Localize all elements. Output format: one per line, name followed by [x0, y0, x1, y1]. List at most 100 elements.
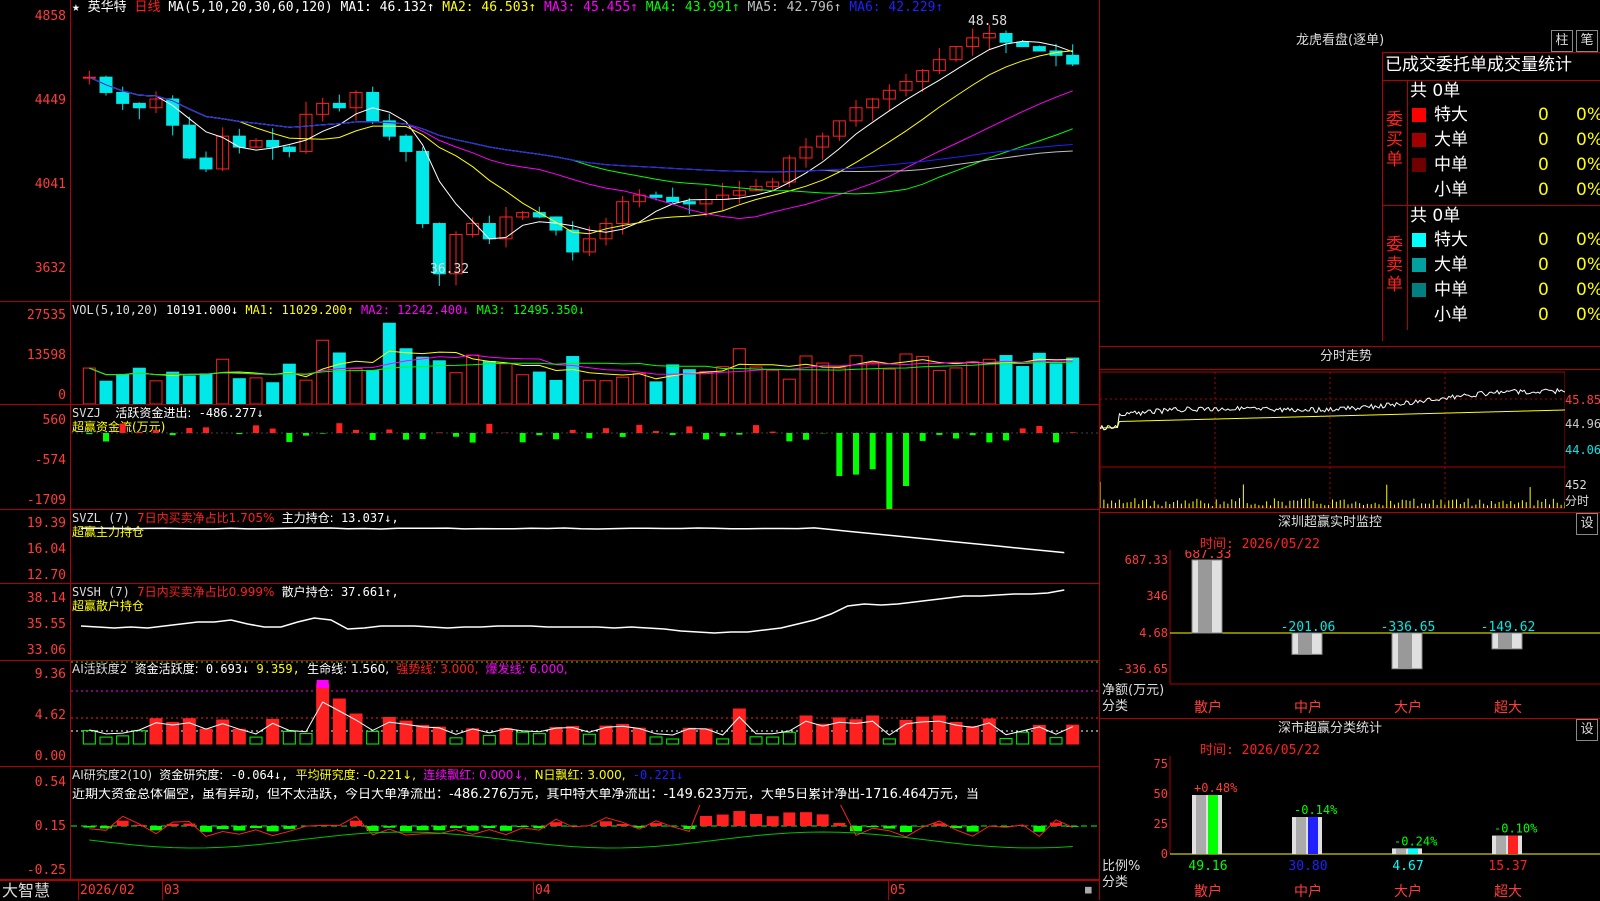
period-label[interactable]: 日线: [135, 0, 161, 15]
sz-stat-settings-button[interactable]: 设: [1576, 719, 1598, 741]
candle: [1000, 33, 1012, 42]
intraday-chart[interactable]: [1100, 370, 1565, 510]
sz-monitor-bar-shade: [1498, 633, 1512, 649]
sz-stat-ytick: 0: [1161, 847, 1168, 861]
sz-monitor-ytick: -336.65: [1117, 662, 1168, 676]
lhb-row-percent: 0%: [1576, 129, 1600, 151]
sz-monitor-chart[interactable]: 687.333464.68-336.65687.33散户-201.06中户-33…: [1100, 550, 1600, 718]
research-bar: [1067, 826, 1079, 827]
sz-stat-category: 超大: [1494, 884, 1522, 900]
candle: [233, 136, 245, 147]
svzl-ytick: 16.04: [27, 543, 66, 557]
sz-stat-bar-color: [1208, 795, 1218, 854]
candle: [267, 141, 279, 148]
activity-bar: [467, 729, 479, 744]
sz-monitor-title: 深圳超赢实时监控: [1278, 516, 1382, 530]
volume-bar: [767, 370, 779, 404]
activity-bar: [617, 724, 629, 744]
research-bar: [833, 823, 845, 826]
lhb-row-count: 0: [1538, 279, 1549, 301]
candle: [1033, 47, 1045, 51]
activity-bar: [517, 732, 529, 744]
fenshi-vol-label: 分时: [1565, 494, 1589, 508]
activity-bar: [333, 699, 345, 744]
research-bar: [817, 814, 829, 826]
ai3-cont: 连续飘红: 0.000↓,: [423, 768, 527, 782]
sz-stat-value: 30.80: [1288, 859, 1327, 874]
candle: [200, 158, 212, 169]
svzj-bar: [336, 423, 342, 433]
svzj-bar: [953, 433, 959, 439]
lhb-row-percent: 0%: [1576, 154, 1600, 176]
research-bar: [750, 814, 762, 826]
ai3-title: AI研究度2(10): [72, 768, 152, 782]
svzj-bar: [786, 433, 792, 441]
research-bar: [200, 826, 212, 832]
activity-bar: [917, 717, 929, 744]
lhb-color-swatch: [1412, 183, 1426, 197]
activity-bar: [867, 716, 879, 744]
sz-monitor-category: 超大: [1494, 700, 1522, 716]
sz-monitor-xlabel: 分类: [1102, 699, 1128, 714]
lhb-column-button[interactable]: 柱: [1551, 30, 1573, 52]
svzj-bar: [1003, 433, 1009, 440]
svzj-bar: [103, 433, 109, 441]
ai-research-chart[interactable]: [71, 805, 1099, 879]
research-bar: [483, 826, 495, 828]
research-bar: [700, 816, 712, 826]
sz-monitor-ytick: 687.33: [1125, 553, 1168, 567]
vol-yaxis: 27535 13598 0: [0, 301, 66, 405]
sz-stat-bar-shade: [1396, 848, 1406, 854]
lhb-color-swatch: [1412, 233, 1426, 247]
lhb-sell-total: 共 0单: [1410, 206, 1460, 226]
candlestick-chart[interactable]: [71, 16, 1099, 300]
activity-bar: [667, 739, 679, 744]
volume-bar: [667, 365, 679, 404]
ai-activity-chart[interactable]: [71, 661, 1099, 766]
activity-bar: [450, 738, 462, 744]
lock-icon[interactable]: ■: [1085, 883, 1092, 897]
lhb-color-swatch: [1412, 133, 1426, 147]
svzj-bar: [570, 430, 576, 433]
lhb-row-percent: 0%: [1576, 179, 1600, 201]
sz-stat-chart[interactable]: 7550250+0.48%49.16散户-0.14%30.80中户-0.24%4…: [1100, 756, 1600, 900]
research-bar: [450, 826, 462, 828]
sz-monitor-settings-button[interactable]: 设: [1576, 513, 1598, 535]
sz-monitor-bar-shade: [1398, 633, 1412, 669]
svzj-bar: [186, 428, 192, 433]
volume-bar: [700, 372, 712, 404]
activity-bar: [300, 734, 312, 744]
volume-bar: [533, 372, 545, 404]
research-bar: [383, 826, 395, 828]
svzl-chart[interactable]: [71, 510, 1099, 583]
svzj-bar: [1020, 428, 1026, 433]
favorite-star-icon[interactable]: ★: [72, 0, 80, 15]
volume-bar: [217, 359, 229, 404]
svzj-bar: [903, 433, 909, 486]
svzl-line: [81, 528, 1064, 553]
svzj-bar: [986, 433, 992, 442]
volume-chart[interactable]: [71, 315, 1099, 404]
activity-bar: [100, 737, 112, 744]
svzj-bar: [653, 431, 659, 433]
activity-bar: [833, 718, 845, 744]
lhb-row-label: 小单: [1434, 179, 1468, 201]
svzj-bar: [720, 433, 726, 436]
candle: [567, 230, 579, 252]
svzj-chart[interactable]: [71, 405, 1099, 509]
stock-name[interactable]: 英华特: [88, 0, 127, 15]
sz-stat-value: 15.37: [1488, 859, 1527, 874]
research-line: [89, 805, 1072, 837]
svzj-bar: [770, 432, 776, 433]
lhb-tick-button[interactable]: 笔: [1576, 30, 1598, 52]
svzj-bar: [870, 433, 876, 469]
ai3-ytick: 0.54: [35, 776, 66, 790]
sz-monitor-category: 中户: [1294, 699, 1322, 716]
volume-bar: [150, 381, 162, 404]
candle: [400, 136, 412, 151]
brand-label[interactable]: 大智慧: [2, 882, 50, 900]
research-bar: [150, 826, 162, 830]
svsh-chart[interactable]: [71, 584, 1099, 660]
vol-ytick: 0: [58, 389, 66, 403]
svzj-bar: [920, 433, 926, 441]
